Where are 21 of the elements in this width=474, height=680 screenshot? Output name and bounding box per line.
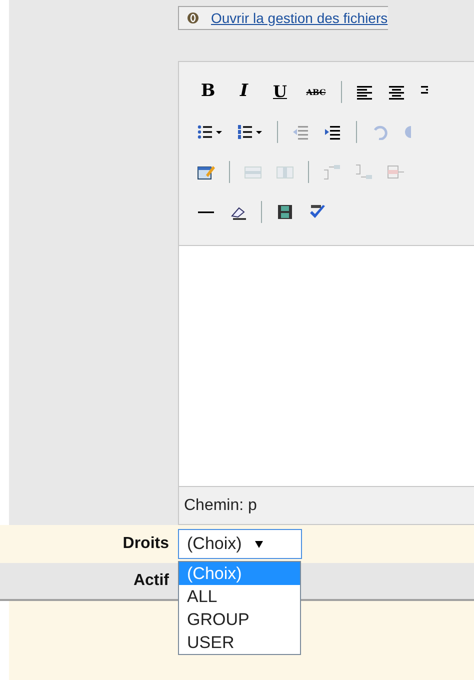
caret-icon <box>254 539 264 549</box>
numbered-list-icon[interactable] <box>237 124 263 140</box>
film-icon[interactable] <box>276 204 294 220</box>
bulleted-list-icon[interactable] <box>197 124 223 140</box>
field-label: Droits <box>122 534 170 554</box>
table-edit-icon[interactable] <box>197 164 215 180</box>
dropdown-option[interactable]: GROUP <box>179 608 300 631</box>
align-left-icon[interactable] <box>356 84 374 100</box>
bold-button[interactable]: B <box>197 81 219 103</box>
dropdown-option[interactable]: ALL <box>179 585 300 608</box>
underline-button[interactable]: U <box>269 81 291 103</box>
field-label: Actif <box>132 571 170 591</box>
dropdown-option[interactable]: USER <box>179 631 300 654</box>
strikethrough-button[interactable]: ABC <box>305 81 327 103</box>
spellcheck-icon[interactable] <box>308 204 326 220</box>
rights-select[interactable]: (Choix) <box>178 529 302 559</box>
indent-icon[interactable] <box>324 124 342 140</box>
italic-button[interactable]: I <box>233 81 255 103</box>
file-manager-link[interactable]: Ouvrir la gestion des fichiers <box>178 6 388 30</box>
path-label: Chemin: p <box>184 496 257 516</box>
align-center-icon[interactable] <box>388 84 406 100</box>
